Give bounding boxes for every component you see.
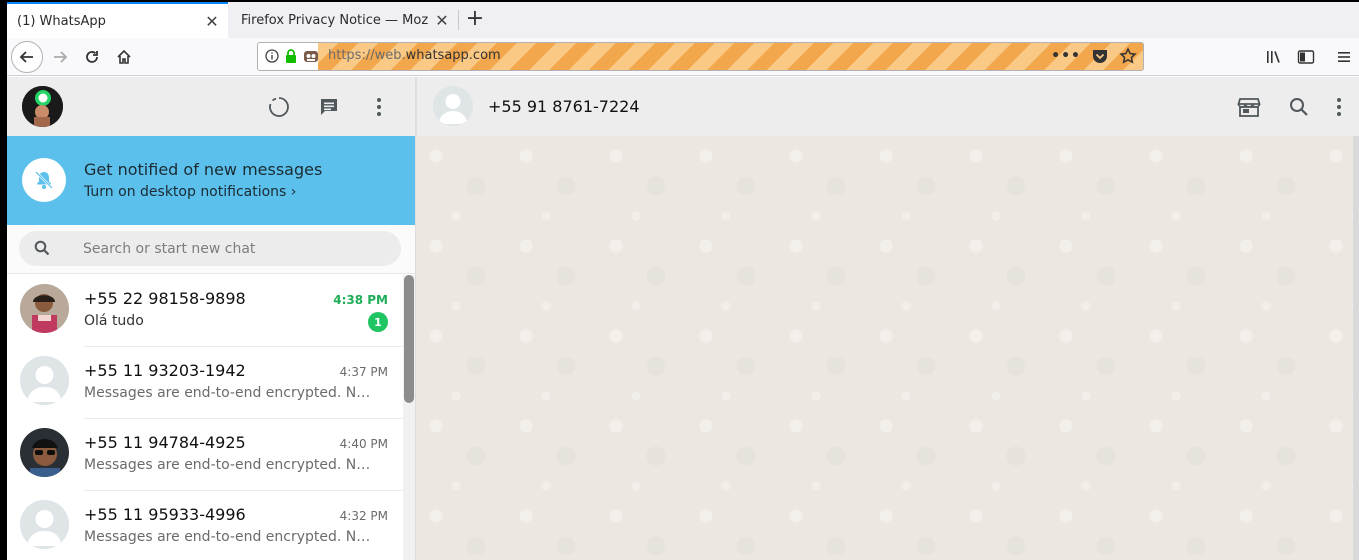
info-icon[interactable] bbox=[264, 48, 280, 64]
conversation-panel: +55 91 8761-7224 bbox=[416, 77, 1359, 560]
sidebar: Get notified of new messages Turn on des… bbox=[7, 77, 416, 560]
chat-last-message: Messages are end-to-end encrypted. No on… bbox=[84, 385, 376, 401]
sidebar-menu-button[interactable] bbox=[366, 94, 392, 120]
chat-item-body: +55 22 98158-9898 4:38 PM Olá tudo 1 bbox=[84, 275, 403, 347]
contact-name: +55 91 8761-7224 bbox=[488, 97, 640, 116]
tab-separator bbox=[458, 10, 459, 30]
url-actions: ••• bbox=[1051, 47, 1137, 65]
chat-name: +55 11 95933-4996 bbox=[84, 505, 246, 524]
home-icon bbox=[117, 49, 131, 64]
search-input[interactable] bbox=[83, 231, 383, 266]
whatsapp-app: Get notified of new messages Turn on des… bbox=[7, 77, 1359, 560]
reload-icon bbox=[86, 51, 98, 63]
notification-banner[interactable]: Get notified of new messages Turn on des… bbox=[7, 136, 415, 225]
url-text[interactable]: https://web.whatsapp.com bbox=[328, 48, 501, 63]
chat-time: 4:32 PM bbox=[339, 509, 388, 523]
chat-time: 4:40 PM bbox=[339, 437, 388, 451]
chat-list: +55 22 98158-9898 4:38 PM Olá tudo 1 +55… bbox=[7, 275, 403, 560]
page-actions-icon[interactable]: ••• bbox=[1051, 48, 1081, 64]
tab-firefox-privacy[interactable]: Firefox Privacy Notice — Moz ✕ bbox=[229, 2, 458, 38]
arrow-right-icon bbox=[54, 51, 68, 63]
new-tab-icon[interactable]: + bbox=[463, 8, 487, 32]
lock-icon[interactable] bbox=[284, 48, 298, 64]
conversation-menu-button[interactable] bbox=[1326, 94, 1352, 120]
tab-title: (1) WhatsApp bbox=[17, 13, 106, 29]
chat-last-message: Messages are end-to-end encrypted. No on… bbox=[84, 529, 376, 545]
catalog-icon bbox=[1237, 98, 1261, 117]
new-chat-icon bbox=[321, 99, 337, 115]
profile-photo bbox=[22, 86, 63, 127]
chat-avatar bbox=[20, 428, 69, 477]
catalog-button[interactable] bbox=[1236, 94, 1262, 120]
browser-window: (1) WhatsApp ✕ Firefox Privacy Notice — … bbox=[7, 0, 1359, 560]
chat-list-item[interactable]: +55 11 95933-4996 4:32 PM Messages are e… bbox=[7, 491, 403, 560]
chat-time: 4:38 PM bbox=[333, 293, 388, 307]
conversation-header[interactable]: +55 91 8761-7224 bbox=[416, 77, 1359, 136]
chat-time: 4:37 PM bbox=[339, 365, 388, 379]
navigation-bar: https://web.whatsapp.com ••• bbox=[7, 38, 1359, 76]
default-avatar-icon bbox=[20, 356, 69, 405]
chat-name: +55 22 98158-9898 bbox=[84, 289, 246, 308]
tab-whatsapp[interactable]: (1) WhatsApp ✕ bbox=[7, 2, 228, 38]
url-prefix: https://web. bbox=[328, 48, 406, 63]
chat-item-body: +55 11 93203-1942 4:37 PM Messages are e… bbox=[84, 347, 403, 419]
chat-last-message: Messages are end-to-end encrypted. No on… bbox=[84, 457, 376, 473]
status-icon bbox=[269, 97, 289, 117]
menu-dots-icon bbox=[1337, 98, 1341, 116]
default-avatar-icon[interactable] bbox=[433, 86, 473, 126]
search-container bbox=[7, 225, 415, 274]
tab-bar: (1) WhatsApp ✕ Firefox Privacy Notice — … bbox=[7, 0, 1359, 38]
star-icon[interactable] bbox=[1119, 47, 1137, 65]
chat-list-item[interactable]: +55 22 98158-9898 4:38 PM Olá tudo 1 bbox=[7, 275, 403, 347]
forward-button[interactable] bbox=[45, 42, 75, 72]
chat-list-scrollbar[interactable] bbox=[403, 275, 415, 560]
notification-bell-circle bbox=[22, 158, 66, 202]
chat-item-body: +55 11 94784-4925 4:40 PM Messages are e… bbox=[84, 419, 403, 491]
default-avatar-icon bbox=[20, 500, 69, 549]
sidebar-icon bbox=[1297, 50, 1315, 64]
chat-list-item[interactable]: +55 11 93203-1942 4:37 PM Messages are e… bbox=[7, 347, 403, 419]
sidebar-header bbox=[7, 77, 415, 136]
search-box[interactable] bbox=[19, 231, 401, 266]
conversation-background bbox=[416, 136, 1353, 560]
chat-last-message: Olá tudo bbox=[84, 313, 144, 329]
conversation-search-button[interactable] bbox=[1286, 94, 1312, 120]
chat-item-body: +55 11 95933-4996 4:32 PM Messages are e… bbox=[84, 491, 403, 560]
new-chat-button[interactable] bbox=[316, 94, 342, 120]
chat-avatar bbox=[20, 284, 69, 333]
arrow-left-icon bbox=[19, 51, 33, 63]
home-button[interactable] bbox=[109, 42, 139, 72]
status-button[interactable] bbox=[266, 94, 292, 120]
unread-badge: 1 bbox=[368, 312, 388, 332]
tab-close-icon[interactable]: ✕ bbox=[204, 12, 220, 31]
search-icon bbox=[1290, 98, 1308, 116]
toolbar-right bbox=[1257, 42, 1359, 72]
scrollbar-thumb[interactable] bbox=[404, 275, 414, 403]
menu-dots-icon bbox=[377, 98, 381, 116]
chat-name: +55 11 94784-4925 bbox=[84, 433, 246, 452]
remote-control-icon[interactable] bbox=[302, 48, 320, 64]
my-profile-avatar[interactable] bbox=[22, 86, 63, 127]
notification-link[interactable]: Turn on desktop notifications › bbox=[84, 184, 296, 200]
conversation-scrollbar[interactable] bbox=[1353, 136, 1359, 560]
bell-off-icon bbox=[35, 171, 53, 189]
library-button[interactable] bbox=[1259, 42, 1289, 72]
app-menu-button[interactable] bbox=[1329, 42, 1359, 72]
url-identity-icons bbox=[264, 48, 320, 64]
tab-title: Firefox Privacy Notice — Moz bbox=[241, 12, 429, 28]
sidebar-button[interactable] bbox=[1291, 42, 1321, 72]
search-icon bbox=[33, 239, 51, 261]
url-domain: whatsapp.com bbox=[405, 48, 501, 63]
notification-title: Get notified of new messages bbox=[84, 160, 323, 179]
back-button[interactable] bbox=[11, 41, 43, 73]
hamburger-menu-icon bbox=[1338, 52, 1350, 62]
library-icon bbox=[1267, 51, 1280, 63]
chat-name: +55 11 93203-1942 bbox=[84, 361, 246, 380]
url-bar[interactable]: https://web.whatsapp.com ••• bbox=[257, 42, 1144, 71]
reload-button[interactable] bbox=[77, 42, 107, 72]
chat-list-item[interactable]: +55 11 94784-4925 4:40 PM Messages are e… bbox=[7, 419, 403, 491]
tab-close-icon[interactable]: ✕ bbox=[434, 11, 450, 30]
pocket-icon[interactable] bbox=[1091, 47, 1109, 65]
